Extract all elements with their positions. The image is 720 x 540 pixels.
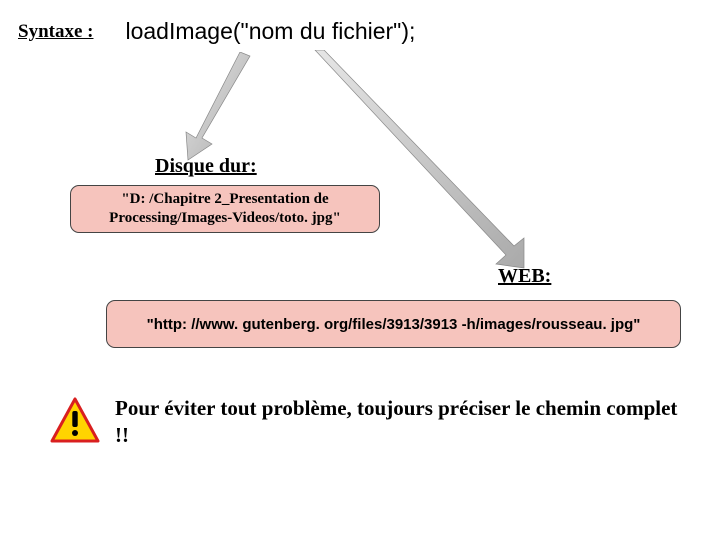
syntax-code: loadImage("nom du fichier"); <box>125 18 415 45</box>
disque-dur-example-box: "D: /Chapitre 2_Presentation de Processi… <box>70 185 380 233</box>
syntax-row: Syntaxe : loadImage("nom du fichier"); <box>18 18 415 45</box>
warning-text: Pour éviter tout problème, toujours préc… <box>115 395 690 450</box>
disque-dur-label: Disque dur: <box>155 155 257 178</box>
web-example-box: "http: //www. gutenberg. org/files/3913/… <box>106 300 681 348</box>
arrow-to-disque-icon <box>180 52 260 167</box>
web-label: WEB: <box>498 265 551 288</box>
web-example-text: "http: //www. gutenberg. org/files/3913/… <box>147 316 641 333</box>
warning-icon <box>50 397 100 448</box>
syntax-label: Syntaxe : <box>18 21 93 43</box>
disque-dur-example-text: "D: /Chapitre 2_Presentation de Processi… <box>81 190 369 228</box>
warning-row: Pour éviter tout problème, toujours préc… <box>50 395 690 450</box>
arrow-to-web-icon <box>310 50 530 275</box>
